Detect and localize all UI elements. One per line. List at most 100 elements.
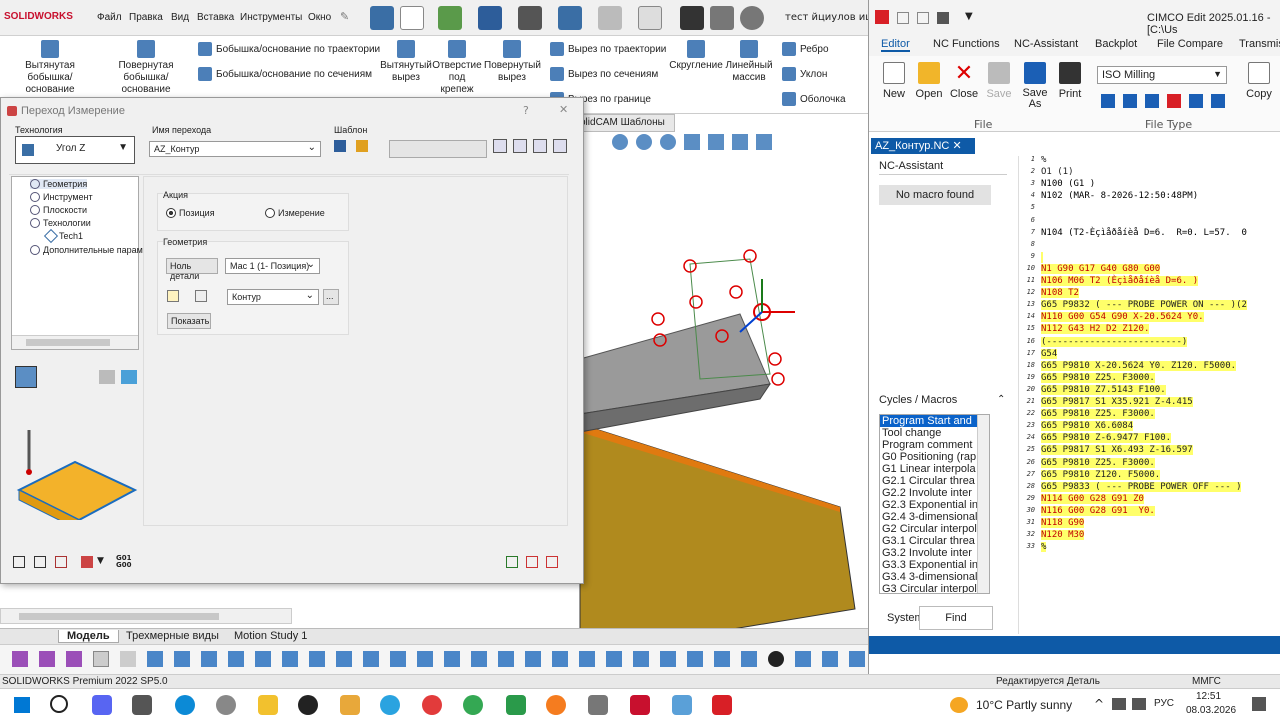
new-button[interactable]: New xyxy=(874,62,914,100)
chrome-icon[interactable] xyxy=(463,695,483,715)
tab-model[interactable]: Модель xyxy=(58,630,119,643)
code-line[interactable]: 7 N104 (T2-Èçìåðåíèå D=6. R=0. L=57. 0 xyxy=(1019,228,1280,240)
code-line[interactable]: 22 G65 P9810 Z25. F3000. xyxy=(1019,409,1280,421)
radio-position[interactable]: Позиция xyxy=(166,208,215,218)
toolbar-icon[interactable] xyxy=(282,651,298,667)
code-line[interactable]: 12 N108 T2 xyxy=(1019,288,1280,300)
browse-button[interactable]: ... xyxy=(323,289,339,305)
lofted-boss-button[interactable]: Бобышка/основание по сечениям xyxy=(198,67,372,81)
task-view-icon[interactable] xyxy=(132,695,152,715)
settings-icon[interactable] xyxy=(1211,94,1225,108)
comment-icon[interactable] xyxy=(121,370,137,384)
weather-text[interactable]: 10°C Partly sunny xyxy=(976,698,1072,712)
tree-item-geometry[interactable]: Геометрия xyxy=(30,179,88,189)
simulate-icon[interactable] xyxy=(81,556,93,568)
toolbar-icon[interactable] xyxy=(525,651,541,667)
swept-boss-button[interactable]: Бобышка/основание по траектории xyxy=(198,42,380,56)
toolbar-icon[interactable] xyxy=(444,651,460,667)
part-zero-button[interactable]: Ноль детали xyxy=(166,258,218,281)
quick-access-dropdown-icon[interactable]: ▼ xyxy=(965,11,973,22)
code-line[interactable]: 31 N118 G90 xyxy=(1019,518,1280,530)
toolbar-icon[interactable] xyxy=(471,651,487,667)
undo-icon[interactable] xyxy=(558,6,582,30)
cimco-taskbar-icon[interactable] xyxy=(712,695,732,715)
toolbar-icon[interactable] xyxy=(363,651,379,667)
filter-icon[interactable] xyxy=(12,651,28,667)
menu-file[interactable]: Файл xyxy=(97,12,122,23)
code-line[interactable]: 11 N106 M06 T2 (Èçìåðåíèå D=6. ) xyxy=(1019,276,1280,288)
hole-wizard-button[interactable]: Отверстие под крепеж xyxy=(432,40,482,96)
explorer-icon[interactable] xyxy=(258,695,278,715)
tree-item-planes[interactable]: Плоскости xyxy=(30,205,87,215)
tab-nc-functions[interactable]: NC Functions xyxy=(933,38,1000,50)
cycle-item[interactable]: G3.4 3-dimensional xyxy=(880,571,989,583)
code-line[interactable]: 3 N100 (G1 ) xyxy=(1019,179,1280,191)
menu-tools[interactable]: Инструменты xyxy=(240,12,302,23)
filter-icon[interactable] xyxy=(39,651,55,667)
save-exit-icon[interactable] xyxy=(55,556,67,568)
toolbar-icon[interactable] xyxy=(228,651,244,667)
layout-icon[interactable] xyxy=(15,366,37,388)
language-indicator[interactable]: РУС xyxy=(1154,698,1174,709)
pin-icon[interactable]: ✎ xyxy=(340,10,349,23)
tool-icon[interactable] xyxy=(533,139,547,153)
code-line[interactable]: 1% xyxy=(1019,155,1280,167)
code-line[interactable]: 21 G65 P9817 S1 X35.921 Z-4.415 xyxy=(1019,397,1280,409)
code-line[interactable]: 9 xyxy=(1019,251,1280,264)
code-line[interactable]: 17 G54 xyxy=(1019,348,1280,361)
shell-button[interactable]: Оболочка xyxy=(782,92,846,106)
open-template-icon[interactable] xyxy=(356,140,368,152)
scrollbar-thumb[interactable] xyxy=(26,339,110,346)
extruded-cut-button[interactable]: Вытянутый вырез xyxy=(380,40,432,84)
feature-tree-scrollbar[interactable] xyxy=(0,608,292,624)
gcode-icon[interactable]: G01 G00 xyxy=(116,555,132,569)
code-line[interactable]: 30 N116 G00 G28 G91 Y0. xyxy=(1019,505,1280,518)
close-file-button[interactable]: ✕ Close xyxy=(944,62,984,101)
tree-item-technology[interactable]: Технологии xyxy=(30,218,91,228)
tab-3d-views[interactable]: Трехмерные виды xyxy=(118,630,227,642)
select-icon[interactable] xyxy=(638,6,662,30)
settings-icon[interactable] xyxy=(1167,94,1181,108)
save-button[interactable]: Save xyxy=(979,62,1019,100)
code-line[interactable]: 6 xyxy=(1019,216,1280,228)
template-field[interactable] xyxy=(389,140,487,158)
picture-icon[interactable] xyxy=(513,139,527,153)
app-icon[interactable] xyxy=(588,695,608,715)
radio-measure[interactable]: Измерение xyxy=(265,208,325,218)
info-icon[interactable] xyxy=(493,139,507,153)
opera-icon[interactable] xyxy=(422,695,442,715)
lofted-cut-button[interactable]: Вырез по сечениям xyxy=(550,67,658,81)
linear-pattern-button[interactable]: Линейный массив xyxy=(724,40,774,84)
tab-editor[interactable]: Editor xyxy=(881,38,910,52)
redo-icon[interactable] xyxy=(598,6,622,30)
cycle-item[interactable]: Program comment xyxy=(880,439,989,451)
volume-icon[interactable] xyxy=(1132,698,1146,710)
start-icon[interactable] xyxy=(14,697,30,713)
utorrent-icon[interactable] xyxy=(506,695,526,715)
code-line[interactable]: 4 N102 (MAR- 8-2026-12:50:48PM) xyxy=(1019,191,1280,203)
tree-item-additional[interactable]: Дополнительные парам xyxy=(30,245,143,255)
code-line[interactable]: 5 xyxy=(1019,203,1280,215)
clock-time[interactable]: 12:51 xyxy=(1196,691,1221,702)
code-line[interactable]: 15 N112 G43 H2 D2 Z120. xyxy=(1019,324,1280,336)
new-geometry-icon[interactable] xyxy=(195,290,207,302)
tab-nc-assistant[interactable]: NC-Assistant xyxy=(1014,38,1078,50)
zoom-area-icon[interactable] xyxy=(636,134,652,150)
find-button[interactable]: Find xyxy=(919,606,993,630)
copy-button[interactable]: Copy xyxy=(1239,62,1279,100)
scrollbar-thumb[interactable] xyxy=(19,613,219,620)
code-line[interactable]: 18 G65 P9810 X-20.5624 Y0. Z120. F5000. xyxy=(1019,360,1280,373)
code-line[interactable]: 8 xyxy=(1019,240,1280,252)
app-icon[interactable] xyxy=(340,695,360,715)
save-op-icon[interactable] xyxy=(13,556,25,568)
zoom-fit-icon[interactable] xyxy=(612,134,628,150)
cycle-item[interactable]: G2 Circular interpol xyxy=(880,523,989,535)
cycle-item[interactable]: G2.2 Involute inter xyxy=(880,487,989,499)
menu-insert[interactable]: Вставка xyxy=(197,12,234,23)
table-icon[interactable] xyxy=(553,139,567,153)
network-icon[interactable] xyxy=(1112,698,1126,710)
firefox-icon[interactable] xyxy=(546,695,566,715)
cycle-item[interactable]: G0 Positioning (rap xyxy=(880,451,989,463)
tab-motion-study[interactable]: Motion Study 1 xyxy=(226,630,315,642)
cycle-item[interactable]: G3.2 Involute inter xyxy=(880,547,989,559)
